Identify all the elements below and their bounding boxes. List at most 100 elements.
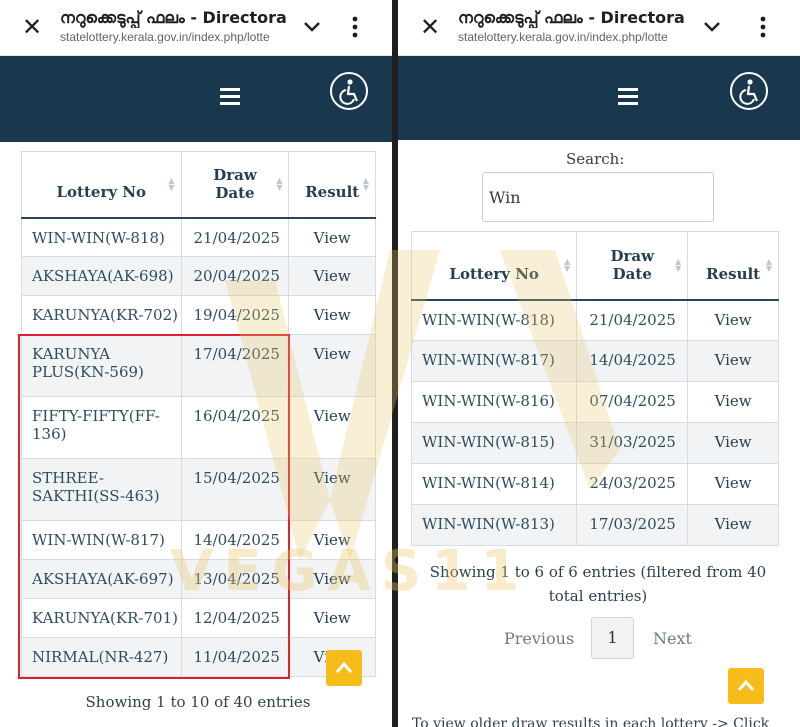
table-row: KARUNYA(KR-702) 19/04/2025 View (21, 295, 376, 335)
draw-date-cell: 21/04/2025 (180, 217, 290, 257)
view-result-link[interactable]: View (687, 422, 779, 464)
search-label: Search: (566, 150, 625, 168)
chevron-up-icon (335, 661, 353, 673)
scroll-to-top-button[interactable] (728, 668, 764, 704)
chevron-up-icon (737, 679, 755, 691)
page-url[interactable]: statelottery.kerala.gov.in/index.php/lot… (60, 30, 286, 44)
left-screen: ✕ നറുക്കെടുപ്പ് ഫലം - Directora statelot… (0, 0, 392, 727)
view-result-link[interactable]: View (288, 256, 376, 296)
browser-tab-bar: ✕ നറുക്കെടുപ്പ് ഫലം - Directora statelot… (0, 0, 392, 56)
draw-date-cell: 15/04/2025 (180, 458, 290, 521)
lottery-name-cell: STHREE-SAKTHI(SS-463) (21, 458, 182, 521)
close-icon[interactable]: ✕ (420, 14, 440, 42)
lottery-results-table: Lottery No ▲ ▼ Draw Date ▲ ▼ Result ▲ ▼ WIN-WIN… (21, 151, 376, 677)
view-result-link[interactable]: View (288, 520, 376, 560)
table-row: FIFTY-FIFTY(FF-136) 16/04/2025 View (21, 396, 376, 459)
lottery-name-cell: WIN-WIN(W-817) (21, 520, 182, 560)
view-result-link[interactable]: View (687, 463, 779, 505)
lottery-name-cell: WIN-WIN(W-816) (410, 381, 578, 423)
sort-icon: ▲ ▼ (168, 176, 175, 193)
lottery-name-cell: NIRMAL(NR-427) (21, 637, 182, 677)
more-options-icon[interactable] (760, 16, 766, 38)
column-header-result[interactable]: Result ▲ ▼ (687, 231, 779, 301)
view-result-link[interactable]: View (288, 598, 376, 638)
lottery-name-cell: AKSHAYA(AK-698) (21, 256, 182, 296)
chevron-down-icon[interactable] (300, 14, 324, 38)
column-header-lottery-no[interactable]: Lottery No ▲ ▼ (410, 231, 578, 301)
draw-date-cell: 19/04/2025 (180, 295, 290, 335)
hamburger-menu-icon[interactable] (220, 88, 240, 106)
column-header-result[interactable]: Result ▲ ▼ (288, 151, 376, 219)
lottery-name-cell: KARUNYA PLUS(KN-569) (21, 334, 182, 397)
draw-date-cell: 13/04/2025 (180, 559, 290, 599)
table-info: Showing 1 to 10 of 40 entries (85, 693, 311, 711)
draw-date-cell: 17/03/2025 (576, 504, 689, 546)
more-options-icon[interactable] (352, 16, 358, 38)
lottery-name-cell: KARUNYA(KR-701) (21, 598, 182, 638)
lottery-name-cell: WIN-WIN(W-814) (410, 463, 578, 505)
view-result-link[interactable]: View (687, 299, 779, 341)
accessibility-icon[interactable] (330, 72, 368, 110)
hamburger-menu-icon[interactable] (618, 88, 638, 106)
column-header-lottery-no[interactable]: Lottery No ▲ ▼ (21, 151, 182, 219)
view-result-link[interactable]: View (288, 458, 376, 521)
close-icon[interactable]: ✕ (22, 14, 42, 42)
pagination-page-1[interactable]: 1 (591, 617, 634, 659)
lottery-name-cell: WIN-WIN(W-813) (410, 504, 578, 546)
table-row: WIN-WIN(W-813) 17/03/2025 View (410, 504, 779, 546)
view-result-link[interactable]: View (687, 381, 779, 423)
table-row: KARUNYA PLUS(KN-569) 17/04/2025 View (21, 334, 376, 397)
view-result-link[interactable]: View (288, 396, 376, 459)
table-row: AKSHAYA(AK-698) 20/04/2025 View (21, 256, 376, 296)
table-row: AKSHAYA(AK-697) 13/04/2025 View (21, 559, 376, 599)
pagination-previous[interactable]: Previous (504, 629, 574, 648)
table-row: STHREE-SAKTHI(SS-463) 15/04/2025 View (21, 458, 376, 521)
sort-icon: ▲ ▼ (675, 257, 682, 274)
lottery-name-cell: FIFTY-FIFTY(FF-136) (21, 396, 182, 459)
accessibility-icon[interactable] (730, 72, 768, 110)
search-input[interactable] (482, 172, 714, 222)
table-row: WIN-WIN(W-816) 07/04/2025 View (410, 381, 779, 423)
table-row: WIN-WIN(W-815) 31/03/2025 View (410, 422, 779, 464)
view-result-link[interactable]: View (687, 340, 779, 382)
lottery-name-cell: WIN-WIN(W-818) (21, 217, 182, 257)
view-result-link[interactable]: View (288, 217, 376, 257)
pagination-next[interactable]: Next (653, 629, 692, 648)
draw-date-cell: 20/04/2025 (180, 256, 290, 296)
site-header (398, 56, 800, 140)
view-result-link[interactable]: View (288, 295, 376, 335)
table-row: NIRMAL(NR-427)11/04/2025View (21, 637, 376, 677)
table-row: KARUNYA(KR-701) 12/04/2025 View (21, 598, 376, 638)
browser-tab-bar: ✕ നറുക്കെടുപ്പ് ഫലം - Directora statelot… (398, 0, 800, 56)
view-result-link[interactable]: View (687, 504, 779, 546)
view-result-link[interactable]: View (288, 559, 376, 599)
draw-date-cell: 21/04/2025 (576, 299, 689, 341)
table-row: WIN-WIN(W-817) 14/04/2025 View (410, 340, 779, 382)
page-title: നറുക്കെടുപ്പ് ഫലം - Directora (458, 8, 684, 27)
draw-date-cell: 14/04/2025 (576, 340, 689, 382)
sort-icon: ▲ ▼ (765, 257, 772, 274)
draw-date-cell: 31/03/2025 (576, 422, 689, 464)
page-title: നറുക്കെടുപ്പ് ഫലം - Directora (60, 8, 286, 27)
site-header (0, 56, 392, 142)
table-row: WIN-WIN(W-817) 14/04/2025 View (21, 520, 376, 560)
table-row: WIN-WIN(W-818) 21/04/2025 View (410, 299, 779, 341)
right-screen: ✕ നറുക്കെടുപ്പ് ഫലം - Directora statelot… (398, 0, 800, 727)
draw-date-cell: 14/04/2025 (180, 520, 290, 560)
column-header-draw-date[interactable]: Draw Date ▲ ▼ (180, 151, 290, 219)
column-header-draw-date[interactable]: Draw Date ▲ ▼ (576, 231, 689, 301)
sort-icon: ▲ ▼ (276, 176, 283, 193)
table-info: Showing 1 to 6 of 6 entries (filtered fr… (429, 563, 767, 605)
draw-date-cell: 11/04/2025 (180, 637, 290, 677)
older-results-note: To view older draw results in each lotte… (412, 716, 770, 727)
view-result-link[interactable]: View (288, 334, 376, 397)
page-url[interactable]: statelottery.kerala.gov.in/index.php/lot… (458, 30, 684, 44)
scroll-to-top-button[interactable] (326, 650, 362, 686)
lottery-name-cell: AKSHAYA(AK-697) (21, 559, 182, 599)
lottery-name-cell: WIN-WIN(W-818) (410, 299, 578, 341)
draw-date-cell: 07/04/2025 (576, 381, 689, 423)
table-row: WIN-WIN(W-814) 24/03/2025 View (410, 463, 779, 505)
chevron-down-icon[interactable] (700, 14, 724, 38)
sort-icon: ▲ ▼ (564, 257, 571, 274)
draw-date-cell: 17/04/2025 (180, 334, 290, 397)
